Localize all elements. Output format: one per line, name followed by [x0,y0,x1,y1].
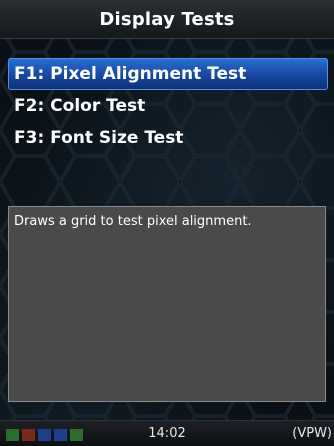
status-bar: 14:02 (VPW) [0,420,334,446]
menu-item-label: F2: Color Test [14,96,146,116]
description-text: Draws a grid to test pixel alignment. [14,214,252,229]
menu-item-pixel-alignment-test[interactable]: F1: Pixel Alignment Test [8,58,328,90]
menu-item-label: F3: Font Size Test [14,128,184,148]
page-title: Display Tests [99,8,235,30]
menu-item-label: F1: Pixel Alignment Test [14,64,247,84]
protocol-mode: (VPW) [292,426,332,441]
clock-time: 14:02 [148,426,186,441]
description-panel: Draws a grid to test pixel alignment. [8,206,326,402]
menu-item-color-test[interactable]: F2: Color Test [0,90,334,122]
device-screen: Display Tests F1: Pixel Alignment Test F… [0,0,334,446]
title-bar: Display Tests [0,0,334,39]
test-menu: F1: Pixel Alignment Test F2: Color Test … [0,58,334,154]
menu-item-font-size-test[interactable]: F3: Font Size Test [0,122,334,154]
